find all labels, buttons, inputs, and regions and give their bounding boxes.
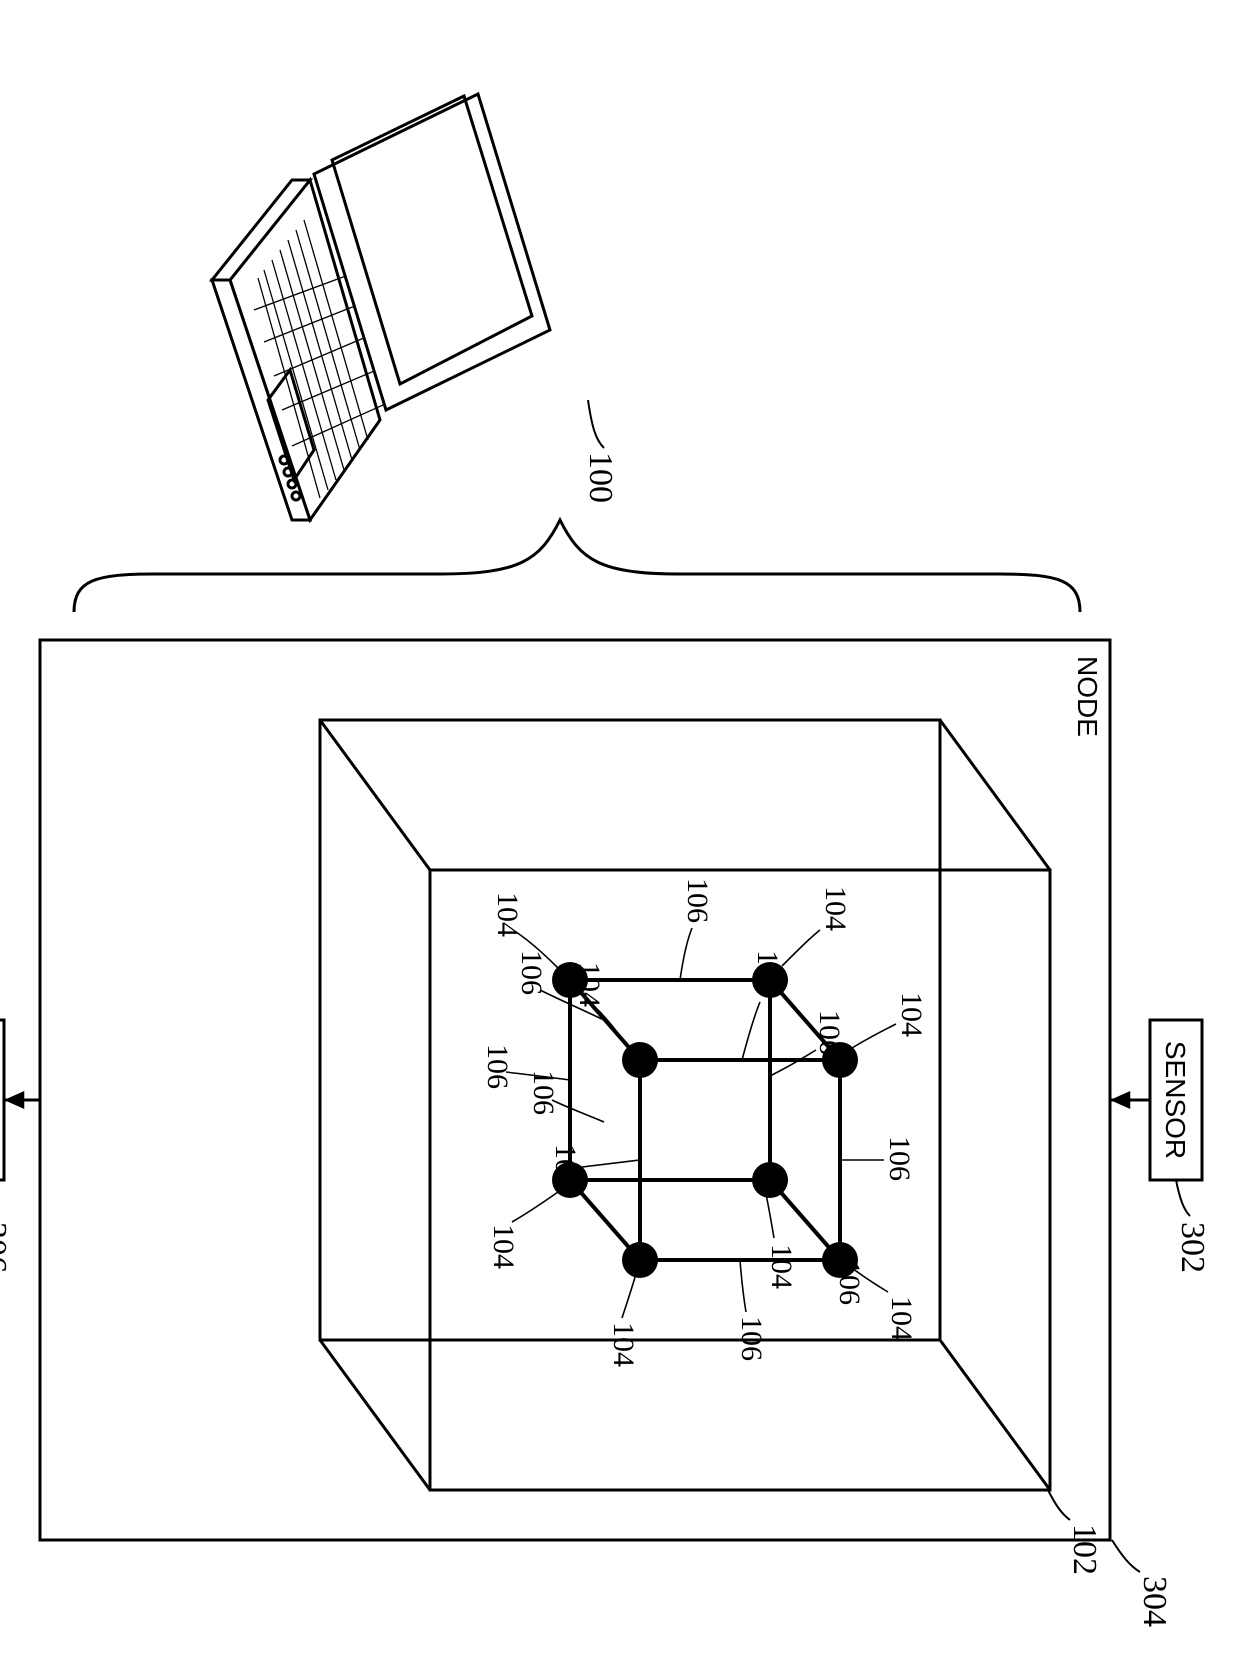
svg-text:106: 106 bbox=[527, 1070, 560, 1115]
outer-cube bbox=[320, 720, 1050, 1490]
svg-text:104: 104 bbox=[895, 992, 928, 1037]
laptop-ref-label: 100 bbox=[582, 452, 619, 503]
laptop-icon bbox=[212, 94, 550, 520]
actor-block: ACTOR 306 bbox=[0, 1020, 40, 1273]
svg-text:106: 106 bbox=[751, 950, 784, 995]
curly-brace bbox=[74, 520, 1080, 612]
actor-ref-label: 306 bbox=[0, 1222, 13, 1273]
svg-text:104: 104 bbox=[885, 1296, 918, 1341]
svg-text:106: 106 bbox=[735, 1316, 768, 1361]
sensor-ref-label: 302 bbox=[1174, 1222, 1211, 1273]
rotated-scene: 100 NODE 304 SENSOR 302 bbox=[0, 94, 1211, 1627]
svg-text:106: 106 bbox=[833, 1260, 866, 1305]
svg-text:104: 104 bbox=[487, 1224, 520, 1269]
node-panel: NODE 304 bbox=[40, 640, 1173, 1627]
svg-text:106: 106 bbox=[481, 1044, 514, 1089]
svg-text:106: 106 bbox=[681, 878, 714, 923]
svg-text:104: 104 bbox=[765, 1244, 798, 1289]
svg-text:106: 106 bbox=[813, 1010, 846, 1055]
svg-text:104: 104 bbox=[607, 1322, 640, 1367]
cube-ref-label: 102 bbox=[1066, 1524, 1103, 1575]
labels-106: 106 106 106 106 106 106 106 106 106 106 bbox=[481, 878, 916, 1361]
svg-text:106: 106 bbox=[549, 1144, 582, 1189]
svg-text:104: 104 bbox=[573, 962, 606, 1007]
node-ref-label: 304 bbox=[1136, 1576, 1173, 1627]
svg-text:106: 106 bbox=[883, 1136, 916, 1181]
figure-diagram: 100 NODE 304 SENSOR 302 bbox=[0, 0, 1240, 1658]
sensor-label: SENSOR bbox=[1160, 1041, 1191, 1159]
svg-text:106: 106 bbox=[515, 950, 548, 995]
node-panel-label: NODE bbox=[1072, 656, 1103, 737]
sensor-block: SENSOR 302 bbox=[1110, 1020, 1211, 1273]
laptop-callout bbox=[588, 400, 604, 448]
svg-text:104: 104 bbox=[491, 892, 524, 937]
inner-cube bbox=[570, 980, 840, 1260]
svg-text:104: 104 bbox=[819, 886, 852, 931]
